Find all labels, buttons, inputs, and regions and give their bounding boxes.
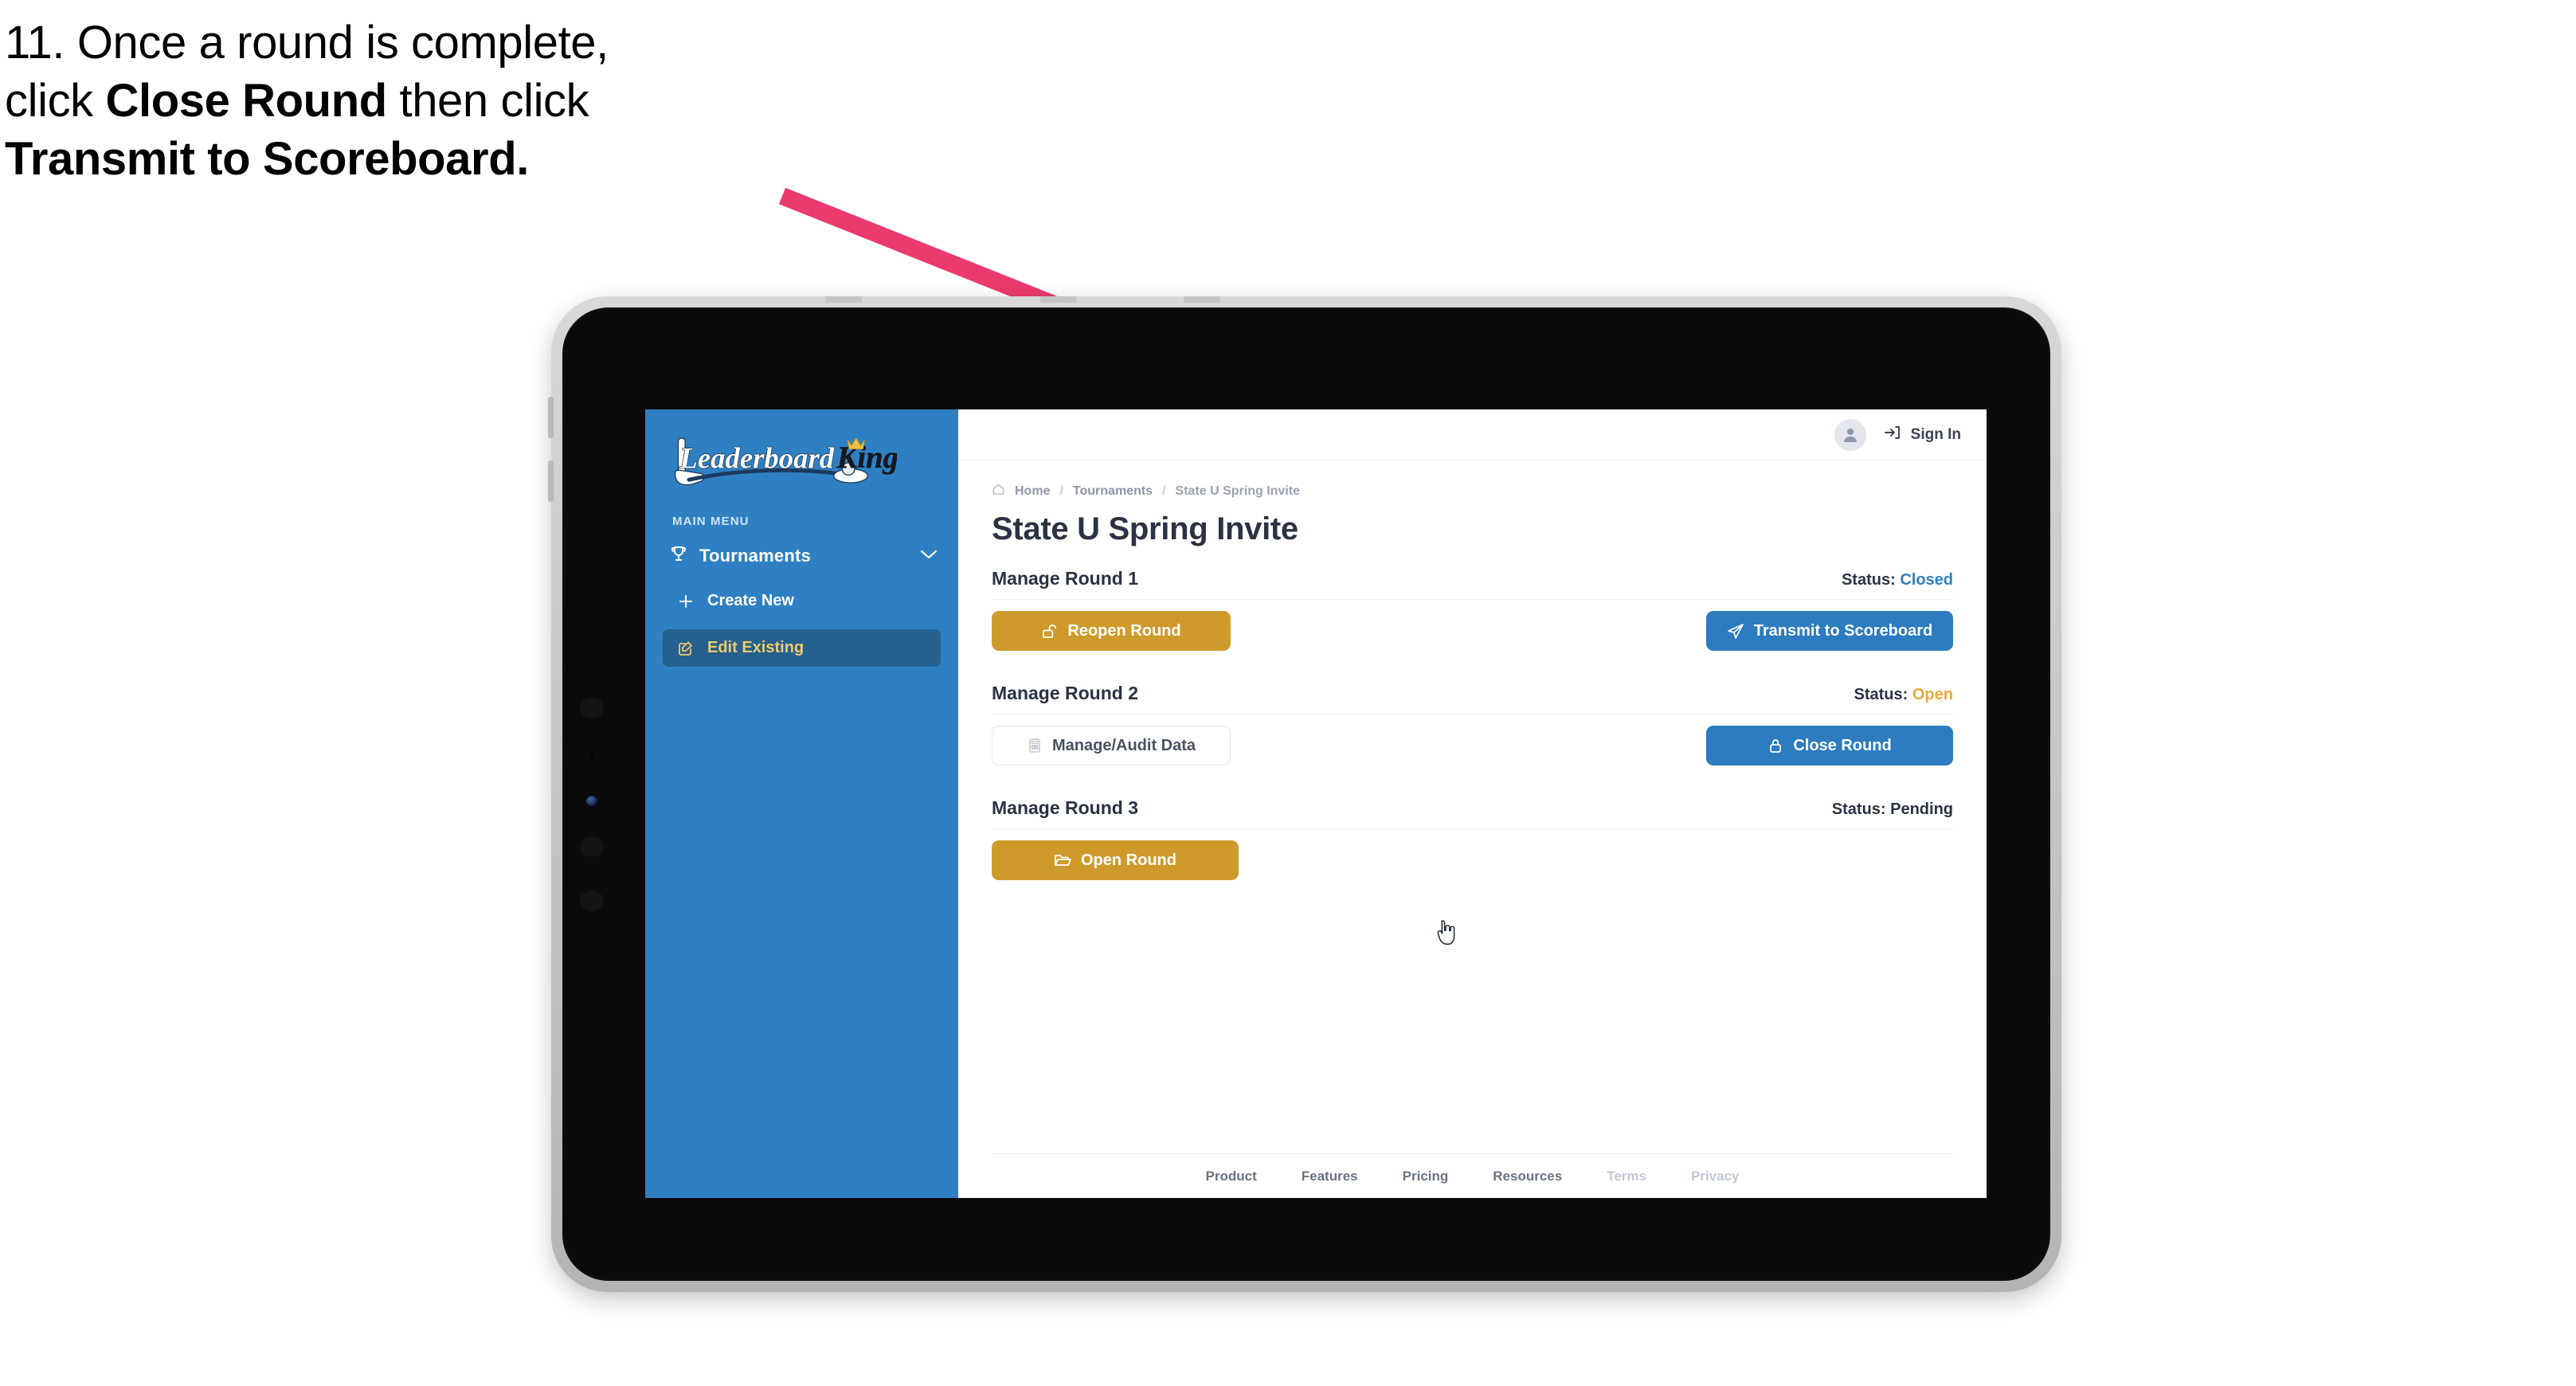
sidebar-item-tournaments-label: Tournaments [699, 546, 811, 566]
round-3-status: Status: Pending [1832, 801, 1953, 819]
leaderboard-king-logo-icon: Leaderboard King [674, 437, 897, 486]
svg-text:Leaderboard: Leaderboard [679, 442, 834, 475]
antenna-nub [1040, 296, 1077, 303]
antenna-nub [825, 296, 862, 303]
round-1-header: Manage Round 1 Status: Closed [992, 568, 1953, 600]
close-round-button[interactable]: Close Round [1706, 726, 1953, 765]
paper-plane-icon [1727, 622, 1744, 640]
pointer-hand-cursor [1437, 920, 1455, 946]
breadcrumb-item-current: State U Spring Invite [1175, 484, 1300, 498]
footer-link-features[interactable]: Features [1302, 1169, 1358, 1184]
tablet-device: Leaderboard King MAIN MENU Tournaments C… [548, 296, 2061, 1292]
round-1-status: Status: Closed [1842, 571, 1953, 589]
manage-audit-data-label: Manage/Audit Data [1051, 736, 1196, 754]
sidebar-section-label: MAIN MENU [672, 515, 750, 528]
instruction-caption: 11. Once a round is complete, click Clos… [5, 19, 897, 194]
breadcrumb: Home / Tournaments / State U Spring Invi… [992, 483, 1953, 500]
sidebar-item-create-new[interactable]: Create New [663, 582, 941, 620]
user-avatar-icon [1843, 428, 1857, 442]
caption-bold-transmit: Transmit to Scoreboard. [5, 133, 529, 186]
microphone-icon [580, 836, 604, 857]
footer-link-resources[interactable]: Resources [1493, 1169, 1562, 1184]
page-title: State U Spring Invite [992, 511, 1298, 546]
round-3-status-label: Status: [1831, 801, 1886, 818]
front-camera-icon [580, 698, 604, 718]
round-2-status-label: Status: [1854, 686, 1909, 703]
top-bar: Sign In [958, 409, 1987, 460]
breadcrumb-separator: / [1059, 484, 1063, 498]
caption-bold-close-round: Close Round [105, 75, 388, 127]
caption-line-3: Transmit to Scoreboard. [5, 135, 897, 182]
round-1-status-label: Status: [1841, 571, 1896, 589]
calculator-icon [1027, 738, 1043, 754]
screenshot-root: 11. Once a round is complete, click Clos… [0, 0, 2576, 1386]
footer-link-privacy[interactable]: Privacy [1691, 1169, 1740, 1184]
volume-button[interactable] [548, 397, 554, 438]
sidebar-item-edit-existing-label: Edit Existing [707, 639, 805, 656]
speaker-icon [580, 891, 604, 911]
round-block-1: Manage Round 1 Status: Closed Reopen Rou… [992, 568, 1953, 651]
tablet-bezel: Leaderboard King MAIN MENU Tournaments C… [548, 296, 2050, 1281]
open-round-button[interactable]: Open Round [992, 840, 1239, 880]
round-2-title: Manage Round 2 [992, 683, 1139, 703]
footer-nav: Product Features Pricing Resources Terms… [992, 1153, 1953, 1198]
caption-line-2: click Close Round then click [5, 77, 897, 124]
round-3-actions: Open Round [992, 829, 1953, 880]
round-2-status-value: Open [1912, 686, 1953, 703]
chevron-down-icon[interactable] [920, 547, 938, 565]
sign-in-label: Sign In [1910, 425, 1961, 443]
round-block-3: Manage Round 3 Status: Pending Open Roun… [992, 797, 1953, 880]
home-icon[interactable] [992, 483, 1005, 500]
sign-in-button[interactable]: Sign In [1884, 424, 1961, 446]
breadcrumb-item-tournaments[interactable]: Tournaments [1073, 484, 1153, 499]
svg-text:King: King [836, 441, 897, 475]
edit-square-icon [677, 640, 695, 656]
close-round-label: Close Round [1793, 736, 1892, 754]
transmit-to-scoreboard-label: Transmit to Scoreboard [1753, 621, 1933, 640]
tablet-screen: Leaderboard King MAIN MENU Tournaments C… [645, 409, 1987, 1198]
lock-icon [1768, 738, 1783, 754]
reopen-round-label: Reopen Round [1067, 621, 1181, 640]
sidebar-item-create-new-label: Create New [707, 592, 794, 609]
antenna-nub [1184, 296, 1220, 303]
sidebar-item-edit-existing[interactable]: Edit Existing [663, 629, 941, 667]
caption-line-1: 11. Once a round is complete, [5, 17, 609, 69]
manage-audit-data-button[interactable]: Manage/Audit Data [992, 726, 1231, 765]
trophy-icon [669, 544, 688, 568]
round-3-header: Manage Round 3 Status: Pending [992, 797, 1953, 829]
round-block-2: Manage Round 2 Status: Open Manage/Audit… [992, 683, 1953, 765]
caption-line-2-pre: click [5, 75, 106, 127]
breadcrumb-item-home[interactable]: Home [1015, 484, 1050, 499]
folder-open-icon [1054, 852, 1071, 869]
caption-line-2-post: then click [386, 75, 589, 127]
sidebar-item-tournaments[interactable]: Tournaments [645, 534, 958, 578]
sensor-icon [589, 754, 594, 759]
transmit-to-scoreboard-button[interactable]: Transmit to Scoreboard [1706, 611, 1953, 651]
indicator-led-icon [586, 796, 597, 806]
open-round-label: Open Round [1081, 851, 1176, 869]
main-panel: Sign In Home / Tournaments / State U Spr… [958, 409, 1987, 1198]
round-2-header: Manage Round 2 Status: Open [992, 683, 1953, 715]
footer-link-pricing[interactable]: Pricing [1403, 1169, 1449, 1184]
round-2-status: Status: Open [1854, 686, 1953, 704]
round-1-actions: Reopen Round Transmit to Scoreboard [992, 600, 1953, 651]
round-2-actions: Manage/Audit Data Close Round [992, 715, 1953, 765]
round-3-title: Manage Round 3 [992, 797, 1139, 818]
power-button[interactable] [548, 460, 554, 502]
round-3-status-value: Pending [1890, 801, 1953, 818]
reopen-round-button[interactable]: Reopen Round [992, 611, 1231, 651]
round-1-title: Manage Round 1 [992, 568, 1139, 589]
sidebar: Leaderboard King MAIN MENU Tournaments C… [645, 409, 958, 1198]
brand-logo[interactable]: Leaderboard King [645, 422, 958, 497]
footer-link-product[interactable]: Product [1206, 1169, 1257, 1184]
unlock-icon [1041, 623, 1058, 640]
avatar[interactable] [1834, 418, 1866, 451]
plus-icon [677, 593, 695, 609]
breadcrumb-separator: / [1162, 484, 1166, 498]
content-area: Home / Tournaments / State U Spring Invi… [958, 460, 1987, 1153]
round-1-status-value: Closed [1900, 571, 1953, 589]
sign-in-icon [1884, 424, 1901, 446]
footer-link-terms[interactable]: Terms [1607, 1169, 1646, 1184]
